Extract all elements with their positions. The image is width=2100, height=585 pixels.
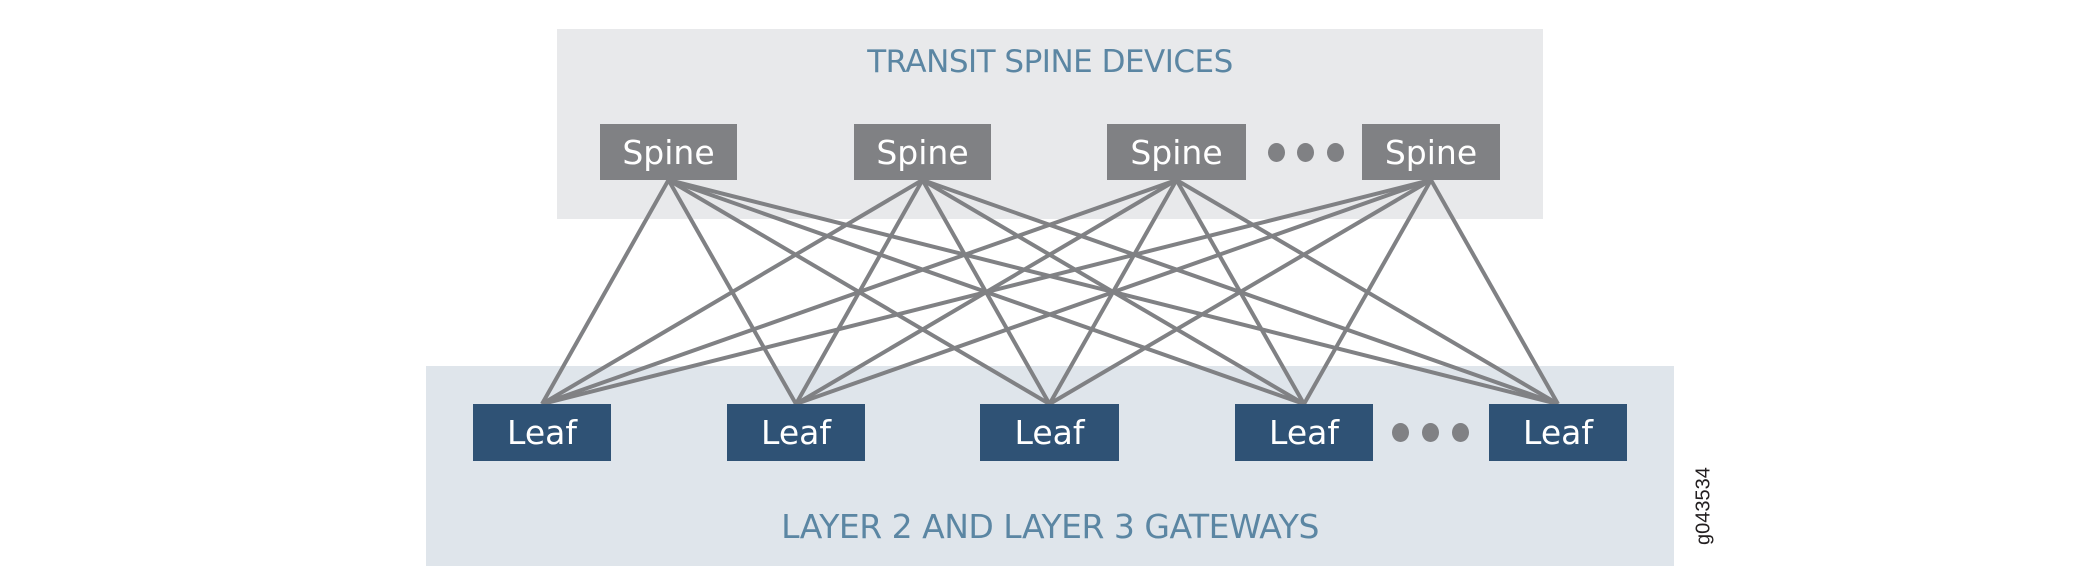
spine-node-2: Spine <box>854 124 991 180</box>
leaf-ellipsis-dot-1 <box>1392 423 1409 442</box>
leaf-node-5: Leaf <box>1489 404 1627 461</box>
leaf-node-1: Leaf <box>473 404 611 461</box>
figure-id-label: g043534 <box>1692 467 1715 545</box>
spine-node-3: Spine <box>1107 124 1246 180</box>
spine-ellipsis-dot-1 <box>1268 143 1285 162</box>
link-spine-4-leaf-4 <box>1302 179 1433 405</box>
link-spine-4-leaf-1 <box>541 178 1432 406</box>
link-spine-2-leaf-1 <box>540 178 924 406</box>
link-spine-3-leaf-1 <box>541 178 1178 406</box>
leaf-node-4: Leaf <box>1235 404 1373 461</box>
leaf-ellipsis-dot-2 <box>1422 423 1439 442</box>
leaf-node-2: Leaf <box>727 404 865 461</box>
spine-panel-title: TRANSIT SPINE DEVICES <box>867 44 1233 80</box>
spine-ellipsis-dot-2 <box>1297 143 1314 162</box>
link-mesh <box>540 178 1560 406</box>
spine-ellipsis-dot-3 <box>1327 143 1344 162</box>
spine-node-1: Spine <box>600 124 737 180</box>
link-spine-4-leaf-5 <box>1429 179 1560 405</box>
link-spine-4-leaf-2 <box>795 178 1432 406</box>
leaf-ellipsis-dot-3 <box>1452 423 1469 442</box>
leaf-node-3: Leaf <box>980 404 1119 461</box>
spine-node-4: Spine <box>1362 124 1500 180</box>
link-spine-1-leaf-1 <box>540 179 671 405</box>
leaf-panel-title: LAYER 2 AND LAYER 3 GATEWAYS <box>781 507 1319 546</box>
